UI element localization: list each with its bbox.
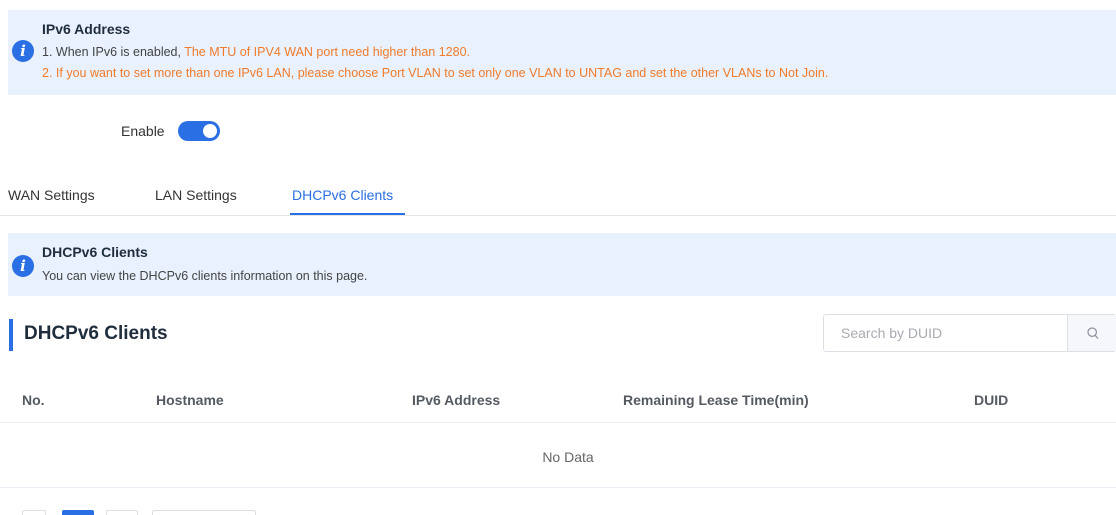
pagination-prev-button[interactable]	[22, 510, 46, 515]
empty-text: No Data	[542, 449, 594, 465]
search-input[interactable]	[824, 315, 1067, 351]
search-button[interactable]	[1067, 315, 1116, 351]
pagination-page-size-select[interactable]	[152, 510, 256, 515]
pagination-page-current[interactable]	[62, 510, 94, 515]
enable-row: Enable	[121, 121, 220, 141]
column-header-no: No.	[22, 392, 45, 408]
banner-title: IPv6 Address	[42, 21, 131, 37]
tab-wan-settings[interactable]: WAN Settings	[8, 187, 95, 203]
pagination-next-button[interactable]	[106, 510, 138, 515]
section-accent-bar	[9, 319, 13, 351]
enable-label: Enable	[121, 123, 165, 139]
table-header: No. Hostname IPv6 Address Remaining Leas…	[0, 378, 1116, 423]
section-title: DHCPv6 Clients	[24, 323, 168, 344]
banner-line-1: 1. When IPv6 is enabled, The MTU of IPV4…	[42, 45, 470, 59]
banner-line-1-prefix: 1. When IPv6 is enabled,	[42, 45, 185, 59]
banner-title: DHCPv6 Clients	[42, 244, 148, 260]
ipv6-notice-banner: i IPv6 Address 1. When IPv6 is enabled, …	[8, 10, 1116, 95]
banner-text: You can view the DHCPv6 clients informat…	[42, 269, 368, 283]
info-icon: i	[12, 40, 34, 62]
banner-line-2: 2. If you want to set more than one IPv6…	[42, 66, 829, 80]
table-empty-row: No Data	[0, 423, 1116, 488]
search-box	[823, 314, 1116, 352]
tab-bar: WAN Settings LAN Settings DHCPv6 Clients	[0, 178, 1116, 216]
enable-toggle[interactable]	[177, 121, 220, 141]
column-header-duid: DUID	[974, 392, 1009, 408]
banner-line-1-highlight: The MTU of IPV4 WAN port need higher tha…	[184, 45, 471, 59]
active-tab-indicator	[290, 213, 405, 215]
tab-dhcpv6-clients[interactable]: DHCPv6 Clients	[292, 187, 393, 203]
column-header-ipv6-address: IPv6 Address	[412, 392, 501, 408]
tab-lan-settings[interactable]: LAN Settings	[155, 187, 237, 203]
column-header-remaining-lease-time: Remaining Lease Time(min)	[623, 392, 809, 408]
search-icon	[1087, 327, 1099, 339]
toggle-knob	[202, 124, 217, 138]
info-icon: i	[12, 255, 34, 277]
column-header-hostname: Hostname	[156, 392, 224, 408]
dhcpv6-info-banner: i DHCPv6 Clients You can view the DHCPv6…	[8, 233, 1116, 296]
